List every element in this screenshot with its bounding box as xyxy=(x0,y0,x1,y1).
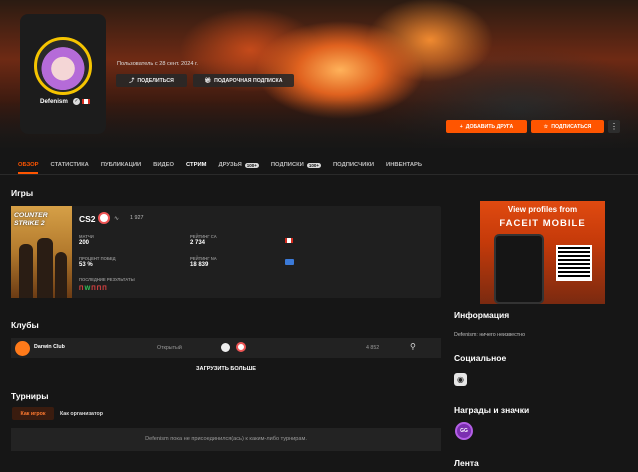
profile-tabs: ОБЗОР СТАТИСТИКА ПУБЛИКАЦИИ ВИДЕО СТРИМ … xyxy=(18,158,434,172)
phone-image xyxy=(494,234,544,304)
na-region-icon xyxy=(285,259,294,265)
social-heading: Социальное xyxy=(454,353,507,363)
club-member-avatar xyxy=(221,343,230,352)
club-logo-icon xyxy=(15,341,30,356)
game-name: CS2 xyxy=(79,214,96,224)
game-card-cs2[interactable] xyxy=(11,206,441,298)
load-more-button[interactable]: ЗАГРУЗИТЬ БОЛЬШЕ xyxy=(11,366,441,372)
canada-flag-icon xyxy=(285,238,293,243)
steam-icon[interactable]: ◉ xyxy=(454,373,467,386)
info-text: Defenism: ничего неизвестно xyxy=(454,332,526,338)
stat-label-rating-ca: РЕЙТИНГ CA xyxy=(190,234,217,239)
tabs-divider xyxy=(0,174,638,175)
tab-as-organizer[interactable]: Как организатор xyxy=(60,407,103,420)
tab-overview[interactable]: ОБЗОР xyxy=(18,158,39,172)
ad-line2: FACEIT MOBILE xyxy=(499,218,586,229)
cs2-cover-title: COUNTER STRIKE 2 xyxy=(14,212,48,227)
tournaments-heading: Турниры xyxy=(11,391,49,401)
clubs-heading: Клубы xyxy=(11,320,39,330)
gift-icon: 🎁︎ xyxy=(204,77,212,84)
tab-as-player[interactable]: Как игрок xyxy=(12,407,54,420)
friends-count-badge: 100+ xyxy=(244,162,259,168)
award-badge-icon[interactable]: GG xyxy=(455,422,473,440)
tab-publications[interactable]: ПУБЛИКАЦИИ xyxy=(101,158,141,172)
tab-stream[interactable]: СТРИМ xyxy=(186,158,206,172)
stat-value-win-rate: 53 % xyxy=(79,262,93,268)
share-button[interactable]: ⤴ ПОДЕЛИТЬСЯ xyxy=(116,74,187,87)
stat-label-matches: МАТЧИ xyxy=(79,234,94,239)
username: Defenism xyxy=(40,98,68,105)
club-name: Darwin Club xyxy=(34,344,65,350)
star-icon: ☆ xyxy=(543,123,549,130)
subscriptions-count-badge: 100+ xyxy=(306,162,321,168)
elo-trend-icon: ∿ xyxy=(114,216,120,222)
stat-value-rating-na: 18 839 xyxy=(190,262,209,268)
gift-subscription-button[interactable]: 🎁︎ ПОДАРОЧНАЯ ПОДПИСКА xyxy=(193,74,294,87)
verified-icon: ✓ xyxy=(73,98,80,105)
subscribe-button[interactable]: ☆ ПОДПИСАТЬСЯ xyxy=(531,120,604,133)
qr-code-image xyxy=(556,245,592,281)
club-level-icon xyxy=(236,342,246,352)
tab-video[interactable]: ВИДЕО xyxy=(153,158,174,172)
stat-label-win-rate: ПРОЦЕНТ ПОБЕД xyxy=(79,256,116,261)
stat-value-rating-ca: 2 734 xyxy=(190,240,206,246)
add-friend-button[interactable]: + ДОБАВИТЬ ДРУГА xyxy=(446,120,527,133)
stat-value-matches: 200 xyxy=(79,240,90,246)
tab-statistics[interactable]: СТАТИСТИКА xyxy=(51,158,89,172)
elo-value: 1 927 xyxy=(130,215,144,221)
avatar[interactable] xyxy=(34,37,92,95)
tab-subscriptions[interactable]: ПОДПИСКИ 100+ xyxy=(271,158,321,172)
last-results-label: ПОСЛЕДНИЕ РЕЗУЛЬТАТЫ xyxy=(79,277,135,282)
last-results: ПWППП xyxy=(79,285,108,292)
tab-inventory[interactable]: ИНВЕНТАРЬ xyxy=(386,158,422,172)
tab-friends[interactable]: ДРУЗЬЯ 100+ xyxy=(218,158,259,172)
tab-subscribers[interactable]: ПОДПИСЧИКИ xyxy=(333,158,374,172)
games-heading: Игры xyxy=(11,188,34,198)
share-icon: ⤴ xyxy=(129,78,135,84)
member-since: Пользователь с 28 сент. 2024 г. xyxy=(117,61,198,67)
feed-heading: Лента xyxy=(454,458,479,468)
club-type: Открытый xyxy=(157,345,182,351)
skill-level-icon xyxy=(98,212,110,224)
add-user-icon: + xyxy=(459,123,463,130)
more-options-button[interactable]: ⋮ xyxy=(608,120,620,133)
canada-flag-icon xyxy=(82,99,90,104)
ad-line1: View profiles from xyxy=(507,205,578,214)
club-members-count: 4 852 xyxy=(366,345,380,351)
info-heading: Информация xyxy=(454,310,510,320)
join-club-icon[interactable]: ⚲ xyxy=(410,342,416,351)
awards-heading: Награды и значки xyxy=(454,405,530,415)
tournaments-empty-message: Defenism пока не присоединился(ась) к ка… xyxy=(11,428,441,451)
stat-label-rating-na: РЕЙТИНГ NA xyxy=(190,256,217,261)
